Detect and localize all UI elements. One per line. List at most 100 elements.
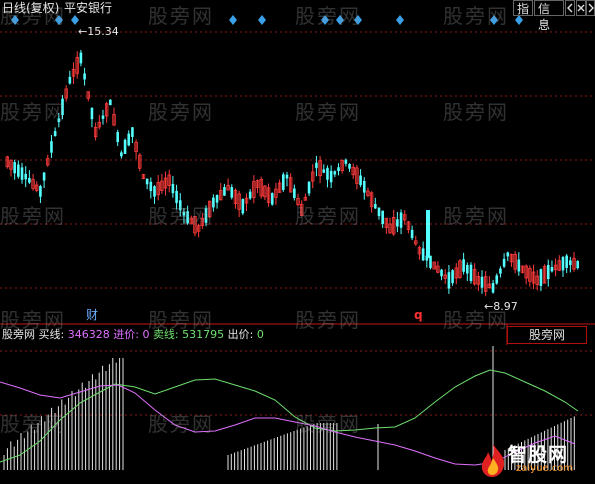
candle	[528, 265, 532, 287]
candle	[17, 160, 20, 179]
candle	[329, 165, 333, 189]
indicator-panel-button[interactable]: 股旁网	[507, 326, 587, 344]
candle	[499, 266, 502, 278]
candle	[145, 178, 149, 190]
candle	[171, 176, 175, 198]
candle-body	[285, 174, 289, 179]
candle-body	[480, 276, 484, 288]
candle-body	[410, 229, 414, 239]
candle-body	[230, 187, 234, 198]
buy-line-label: 买线:	[38, 328, 65, 341]
candle-body	[42, 172, 46, 181]
candle	[156, 175, 160, 201]
candle-body	[90, 107, 94, 120]
chevron-right-icon[interactable]	[586, 0, 595, 16]
candle	[359, 169, 362, 188]
watermark-text: 股旁网	[295, 100, 361, 124]
candle	[149, 177, 153, 199]
high-price-label: ←15.34	[78, 25, 119, 39]
candle	[440, 268, 443, 281]
candle	[458, 259, 462, 279]
out-price-value: 0	[256, 328, 264, 341]
candle	[42, 171, 46, 189]
candle-body	[17, 164, 20, 177]
candle	[454, 263, 458, 285]
candle	[322, 164, 326, 174]
candle-body	[561, 257, 565, 271]
candle	[219, 183, 223, 201]
candle	[288, 173, 293, 193]
candle	[487, 276, 492, 289]
candle	[476, 271, 481, 291]
candle	[542, 264, 547, 284]
candle	[233, 188, 238, 209]
candle-body	[282, 174, 285, 190]
candle	[270, 192, 274, 206]
candle-body	[396, 219, 399, 227]
candle	[406, 221, 411, 234]
candle-body	[149, 181, 153, 192]
chevron-left-icon[interactable]	[565, 0, 575, 16]
candle	[432, 261, 436, 270]
candle	[138, 153, 142, 172]
candle	[90, 107, 94, 128]
candle	[35, 181, 39, 193]
candle	[374, 197, 377, 209]
candle	[410, 225, 414, 241]
candle-body	[451, 270, 454, 284]
watermark-text: 股旁网	[0, 204, 66, 228]
q-marker[interactable]: q	[414, 308, 423, 322]
candle	[462, 252, 465, 275]
site-logo: 智股网 zaiyue.com	[478, 440, 592, 480]
candle	[557, 255, 561, 272]
candle	[285, 171, 289, 187]
candle-body	[68, 76, 72, 84]
candle	[403, 209, 407, 225]
candle	[524, 264, 528, 285]
candle-body	[127, 133, 131, 146]
candle-body	[79, 52, 83, 64]
candle-body	[495, 275, 499, 284]
finance-marker[interactable]: 财	[86, 308, 98, 322]
candle	[384, 217, 389, 234]
candle	[9, 159, 13, 177]
low-price-value: 8.97	[493, 300, 518, 313]
candle-body	[123, 139, 127, 154]
watermark-text: 股旁网	[148, 412, 214, 436]
index-button[interactable]: 指	[513, 0, 533, 16]
info-button[interactable]: 信息	[534, 0, 564, 32]
candle	[388, 217, 392, 234]
watermark-text: 股旁网	[0, 412, 66, 436]
candle	[134, 139, 138, 160]
candle	[83, 67, 86, 86]
candle	[274, 182, 278, 205]
candle-body	[120, 152, 123, 157]
candle	[381, 210, 384, 228]
candle-body	[491, 282, 495, 293]
candle-body	[326, 167, 329, 180]
candle-body	[248, 191, 252, 199]
candle-body	[399, 212, 403, 228]
candle	[480, 270, 484, 294]
watermark-text: 股旁网	[0, 100, 66, 124]
in-price-label: 进价:	[113, 328, 139, 341]
close-icon[interactable]	[576, 0, 586, 16]
period-label: 日线(复权)	[2, 1, 60, 15]
candle	[340, 159, 344, 174]
watermark-text: 股旁网	[148, 204, 214, 228]
candle	[451, 269, 454, 286]
candle	[101, 109, 105, 125]
candle	[266, 183, 271, 207]
candle	[307, 181, 311, 197]
candle-body	[348, 164, 351, 169]
candle	[572, 252, 576, 272]
candlestick-series[interactable]	[5, 49, 579, 297]
candle	[282, 172, 285, 192]
low-label-dash: ←	[484, 300, 494, 313]
candle	[226, 178, 230, 191]
candle-body	[223, 187, 226, 196]
close-icon	[577, 4, 585, 12]
candle-body	[131, 127, 134, 137]
signal-diamond-icon	[229, 15, 237, 25]
candle	[531, 264, 536, 289]
